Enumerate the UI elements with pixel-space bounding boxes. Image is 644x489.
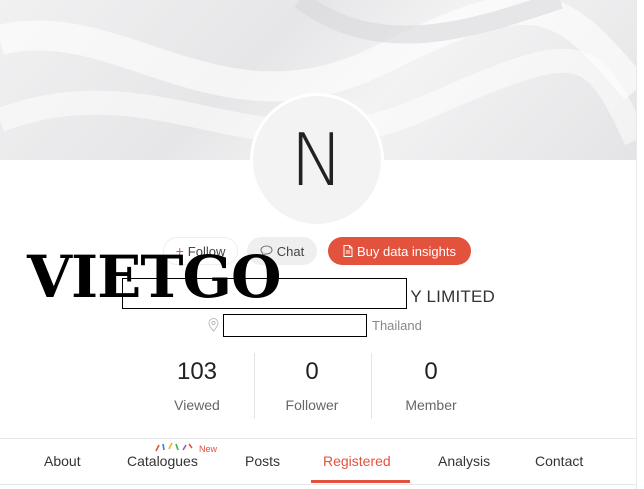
stat-follower: 0 Follower <box>252 358 372 414</box>
stat-value: 0 <box>424 358 438 385</box>
page-edge-rule <box>636 0 637 489</box>
tabs-border-bottom <box>0 484 636 485</box>
new-confetti-icon <box>155 442 193 452</box>
tab-posts[interactable]: Posts <box>245 453 280 469</box>
tab-registered[interactable]: Registered <box>323 453 391 469</box>
tab-contact[interactable]: Contact <box>535 453 583 469</box>
tabs-border-top <box>0 438 636 439</box>
document-icon <box>343 245 353 257</box>
tab-about[interactable]: About <box>44 453 81 469</box>
buy-data-insights-button[interactable]: Buy data insights <box>328 237 471 265</box>
stat-label: Viewed <box>174 397 220 413</box>
stat-label: Follower <box>285 397 339 413</box>
location-redaction-box <box>223 314 367 337</box>
active-tab-underline <box>311 480 410 483</box>
stat-viewed: 103 Viewed <box>137 358 257 414</box>
watermark-logo: VIETGO <box>27 243 282 311</box>
stat-member: 0 Member <box>371 358 491 414</box>
avatar-letter: N <box>290 118 344 202</box>
location-pin-icon <box>208 318 219 332</box>
stat-value: 103 <box>176 358 218 385</box>
avatar: N <box>250 93 384 227</box>
tab-catalogues[interactable]: Catalogues <box>127 453 198 469</box>
tab-analysis[interactable]: Analysis <box>438 453 490 469</box>
stat-value: 0 <box>305 358 319 385</box>
location-country: Thailand <box>372 318 422 333</box>
new-badge: New <box>199 444 218 454</box>
buy-label: Buy data insights <box>356 243 456 259</box>
stat-label: Member <box>405 397 457 413</box>
